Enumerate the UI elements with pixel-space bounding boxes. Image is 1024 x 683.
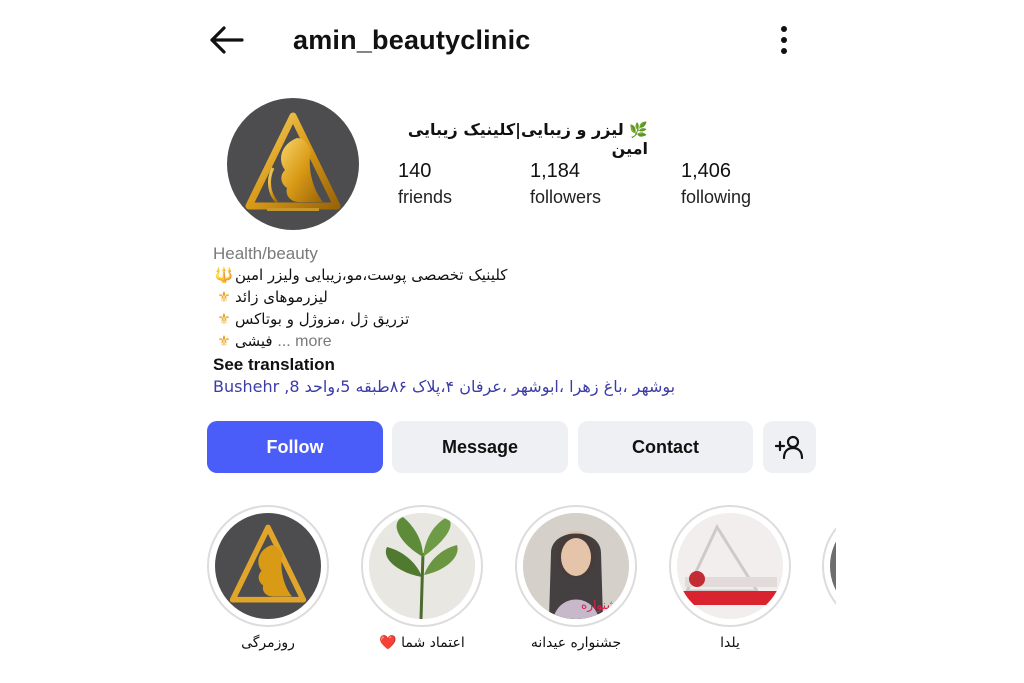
yalda-promo-image: [677, 513, 783, 619]
top-bar: amin_beautyclinic: [200, 18, 820, 62]
story-highlight[interactable]: جشنواره جشنواره عیدانه: [515, 505, 637, 651]
plant-image: [369, 513, 475, 619]
bio-line: 🔱 کلینیک تخصصی پوست،مو،زیبایی ولیزر امین: [214, 266, 508, 284]
see-translation-link[interactable]: See translation: [213, 355, 693, 377]
highlight-cover: [677, 513, 783, 619]
heart-icon: ❤️: [379, 635, 397, 651]
person-photo: جشنواره: [523, 513, 629, 619]
more-link[interactable]: ... more: [277, 333, 331, 350]
person-add-icon: [774, 435, 803, 460]
following-label: following: [681, 187, 752, 207]
leaf-icon: 🌿: [629, 121, 648, 139]
vertical-dots-icon: [781, 26, 787, 54]
follow-button[interactable]: Follow: [207, 421, 383, 473]
friends-count: 140: [398, 160, 432, 182]
followers-count: 1,184: [530, 160, 581, 182]
stat-friends[interactable]: 140 friends: [398, 160, 452, 208]
highlight-cover: [215, 513, 321, 619]
story-highlight[interactable]: اعتماد شما ❤️: [361, 505, 483, 651]
highlight-caption: جشنواره عیدانه: [530, 635, 622, 651]
trident-icon: 🔱: [214, 266, 234, 284]
highlight-cover: جشنواره: [523, 513, 629, 619]
fleur-de-lis-icon: ⚜: [217, 332, 231, 350]
address-link[interactable]: بوشهر ،باغ زهرا ،ابوشهر ،عرفان ۴،پلاک ۸۶…: [213, 377, 693, 396]
story-highlight-partial[interactable]: [822, 505, 836, 627]
more-options-button[interactable]: [772, 24, 796, 56]
svg-text:جشنواره: جشنواره: [581, 598, 624, 613]
profile-username: amin_beautyclinic: [293, 25, 531, 55]
arrow-left-icon: [210, 26, 244, 54]
profile-category: Health/beauty: [213, 244, 318, 263]
contact-button[interactable]: Contact: [578, 421, 753, 473]
highlight-cover: [369, 513, 475, 619]
bio-line: ⚜ تزریق ژل ،مزوژل و بوتاکس: [213, 310, 693, 332]
profile-avatar[interactable]: [227, 98, 359, 230]
bio-line: ⚜ لیزرموهای زائد: [213, 288, 693, 310]
display-name-text: لیزر و زیبایی|کلینیک زیبایی امین: [407, 120, 648, 158]
highlight-caption: روزمرگی: [241, 635, 295, 651]
message-button[interactable]: Message: [392, 421, 568, 473]
profile-bio: Health/beauty 🔱 کلینیک تخصصی پوست،مو،زیبا…: [213, 244, 693, 396]
back-button[interactable]: [206, 22, 246, 58]
bio-line: ⚜ فیشی ... more: [213, 332, 693, 354]
stat-following[interactable]: 1,406 following: [681, 160, 751, 208]
profile-display-name: 🌿 لیزر و زیبایی|کلینیک زیبایی امین: [398, 120, 648, 158]
highlight-caption: یلدا: [720, 635, 740, 651]
highlight-caption: اعتماد شما ❤️: [379, 635, 465, 651]
story-highlight[interactable]: یلدا: [669, 505, 791, 651]
followers-label: followers: [530, 187, 602, 207]
add-user-button[interactable]: [763, 421, 816, 473]
following-count: 1,406: [681, 160, 732, 182]
friends-label: friends: [398, 187, 453, 207]
fleur-de-lis-icon: ⚜: [217, 310, 231, 328]
fleur-de-lis-icon: ⚜: [217, 288, 231, 306]
story-highlight[interactable]: روزمرگی: [207, 505, 329, 651]
clinic-logo: [245, 112, 341, 211]
clinic-logo: [229, 524, 307, 603]
stat-followers[interactable]: 1,184 followers: [530, 160, 601, 208]
